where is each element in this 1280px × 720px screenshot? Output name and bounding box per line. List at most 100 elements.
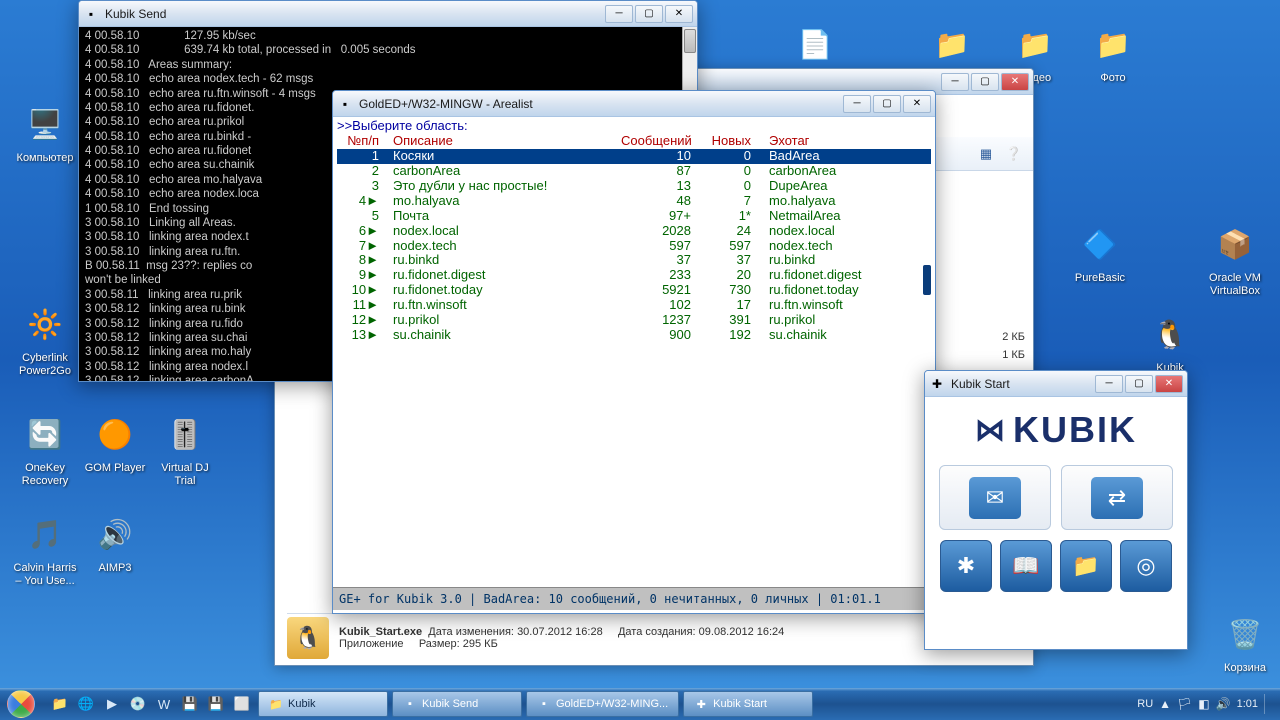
- area-row[interactable]: 8►ru.binkd3737ru.binkd: [337, 253, 931, 268]
- icon-label: OneKey Recovery: [10, 462, 80, 488]
- ie-icon[interactable]: 🌐: [74, 692, 98, 716]
- sync-button[interactable]: ⇄: [1061, 465, 1173, 530]
- app-icon: 🎚️: [161, 410, 209, 458]
- minimize-button[interactable]: ─: [1095, 375, 1123, 393]
- area-row[interactable]: 7►nodex.tech597597nodex.tech: [337, 239, 931, 254]
- desktop-icon[interactable]: 🐧Kubik: [1135, 310, 1205, 375]
- icon-label: Oracle VM VirtualBox: [1200, 272, 1270, 298]
- settings-button[interactable]: ✱: [940, 540, 992, 592]
- area-row[interactable]: 2carbonArea870carbonArea: [337, 164, 931, 179]
- app-icon: 🐧: [1146, 310, 1194, 358]
- desktop-icon[interactable]: 🔆Cyberlink Power2Go: [10, 300, 80, 378]
- task-icon: ▪: [403, 697, 417, 711]
- taskbar: 📁 🌐 ▶ 💿 W 💾 💾 ⬜ 📁Kubik ▪ Kubik Send ▪GoldED…: [0, 688, 1280, 720]
- desktop-icon[interactable]: 🎚️Virtual DJ Trial: [150, 410, 220, 488]
- tray-icon[interactable]: ▲: [1159, 697, 1171, 711]
- golded-window: ▪ GoldED+/W32-MINGW - Arealist ─ ▢ ✕ >>В…: [332, 90, 936, 614]
- app-icon: 📄: [791, 20, 839, 68]
- close-button[interactable]: ✕: [903, 95, 931, 113]
- desktop-icon[interactable]: 🔷PureBasic: [1065, 220, 1135, 285]
- maximize-button[interactable]: ▢: [971, 73, 999, 91]
- flag-icon[interactable]: 🏳: [1177, 697, 1192, 711]
- book-icon: 📖: [1012, 553, 1039, 579]
- disc-icon[interactable]: 💿: [126, 692, 150, 716]
- task-label: Kubik Start: [713, 698, 767, 710]
- network-icon[interactable]: ◧: [1198, 697, 1209, 711]
- maximize-button[interactable]: ▢: [635, 5, 663, 23]
- media-icon[interactable]: ▶: [100, 692, 124, 716]
- maximize-button[interactable]: ▢: [873, 95, 901, 113]
- golded-titlebar[interactable]: ▪ GoldED+/W32-MINGW - Arealist ─ ▢ ✕: [333, 91, 935, 117]
- save2-icon[interactable]: 💾: [204, 692, 228, 716]
- area-row[interactable]: 9►ru.fidonet.digest23320ru.fidonet.diges…: [337, 268, 931, 283]
- kubik-titlebar[interactable]: ✚ Kubik Start ─ ▢ ✕: [925, 371, 1187, 397]
- golded-prompt: >>Выберите область:: [337, 119, 931, 134]
- file-sizes: 2 КБ 1 КБ: [1002, 329, 1025, 364]
- area-row[interactable]: 3Это дубли у нас простые!130DupeArea: [337, 179, 931, 194]
- help-icon[interactable]: ❔: [1003, 143, 1025, 165]
- misc-icon[interactable]: ⬜: [230, 692, 254, 716]
- desktop-icon[interactable]: 🎵 Calvin Harris – You Use...: [10, 510, 80, 588]
- maximize-button[interactable]: ▢: [1125, 375, 1153, 393]
- volume-icon[interactable]: 🔊: [1216, 697, 1231, 711]
- docs-button[interactable]: 📖: [1000, 540, 1052, 592]
- area-row[interactable]: 5Почта97+1*NetmailArea: [337, 209, 931, 224]
- taskbar-item[interactable]: ▪ Kubik Send: [392, 691, 522, 717]
- icon-label: Компьютер: [10, 152, 80, 165]
- explorer-icon[interactable]: 📁: [48, 692, 72, 716]
- console-titlebar[interactable]: ▪ Kubik Send ─ ▢ ✕: [79, 1, 697, 27]
- lang-indicator[interactable]: RU: [1137, 698, 1153, 710]
- desktop-icon[interactable]: 📦Oracle VM VirtualBox: [1200, 220, 1270, 298]
- desktop-icon[interactable]: 🗑️Корзина: [1210, 610, 1280, 675]
- file-icon: 🐧: [287, 617, 329, 659]
- app-icon: 🔄: [21, 410, 69, 458]
- close-button[interactable]: ✕: [1155, 375, 1183, 393]
- minimize-button[interactable]: ─: [941, 73, 969, 91]
- task-icon: 📁: [269, 697, 283, 711]
- icon-label: Calvin Harris – You Use...: [10, 562, 80, 588]
- taskbar-item[interactable]: 📁Kubik: [258, 691, 388, 717]
- golded-title: GoldED+/W32-MINGW - Arealist: [359, 97, 843, 111]
- quick-launch: 📁 🌐 ▶ 💿 W 💾 💾 ⬜: [48, 692, 254, 716]
- desktop-icon[interactable]: 📁Фото: [1078, 20, 1148, 85]
- desktop-icon[interactable]: 🔄 OneKey Recovery: [10, 410, 80, 488]
- view-icon[interactable]: ▦: [975, 143, 997, 165]
- close-button[interactable]: ✕: [665, 5, 693, 23]
- area-row[interactable]: 12►ru.prikol1237391ru.prikol: [337, 313, 931, 328]
- taskbar-item[interactable]: ✚Kubik Start: [683, 691, 813, 717]
- target-button[interactable]: ◎: [1120, 540, 1172, 592]
- word-icon[interactable]: W: [152, 692, 176, 716]
- taskbar-item[interactable]: ▪GoldED+/W32-MING...: [526, 691, 679, 717]
- desktop-icon[interactable]: 🔊AIMP3: [80, 510, 150, 575]
- kubik-start-window: ✚ Kubik Start ─ ▢ ✕ ⋈KUBIK ✉ ⇄ ✱ 📖 📁 ◎: [924, 370, 1188, 650]
- area-row[interactable]: 1Косяки100BadArea: [337, 149, 931, 164]
- show-desktop[interactable]: [1264, 694, 1272, 714]
- transfer-icon: ⇄: [1091, 477, 1143, 519]
- close-button[interactable]: ✕: [1001, 73, 1029, 91]
- kubik-title: Kubik Start: [951, 377, 1095, 391]
- start-button[interactable]: [0, 688, 42, 720]
- icon-label: GOM Player: [80, 462, 150, 475]
- desktop-icon[interactable]: 🖥️Компьютер: [10, 100, 80, 165]
- minimize-button[interactable]: ─: [605, 5, 633, 23]
- area-row[interactable]: 4►mo.halyava487mo.halyava: [337, 194, 931, 209]
- task-icon: ▪: [537, 697, 551, 711]
- area-row[interactable]: 13►su.chainik900192su.chainik: [337, 328, 931, 343]
- app-icon: ✚: [929, 376, 945, 392]
- desktop-icon[interactable]: 🟠GOM Player: [80, 410, 150, 475]
- save-icon[interactable]: 💾: [178, 692, 202, 716]
- minimize-button[interactable]: ─: [843, 95, 871, 113]
- app-icon: 🎵: [21, 510, 69, 558]
- area-row[interactable]: 11►ru.ftn.winsoft10217ru.ftn.winsoft: [337, 298, 931, 313]
- icon-label: Корзина: [1210, 662, 1280, 675]
- task-label: Kubik Send: [422, 698, 478, 710]
- mail-button[interactable]: ✉: [939, 465, 1051, 530]
- app-icon: 🔆: [21, 300, 69, 348]
- area-row[interactable]: 10►ru.fidonet.today5921730ru.fidonet.tod…: [337, 283, 931, 298]
- icon-label: Фото: [1078, 72, 1148, 85]
- area-row[interactable]: 6►nodex.local202824nodex.local: [337, 224, 931, 239]
- files-button[interactable]: 📁: [1060, 540, 1112, 592]
- app-icon: 🔷: [1076, 220, 1124, 268]
- clock[interactable]: 1:01: [1237, 698, 1258, 710]
- icon-label: AIMP3: [80, 562, 150, 575]
